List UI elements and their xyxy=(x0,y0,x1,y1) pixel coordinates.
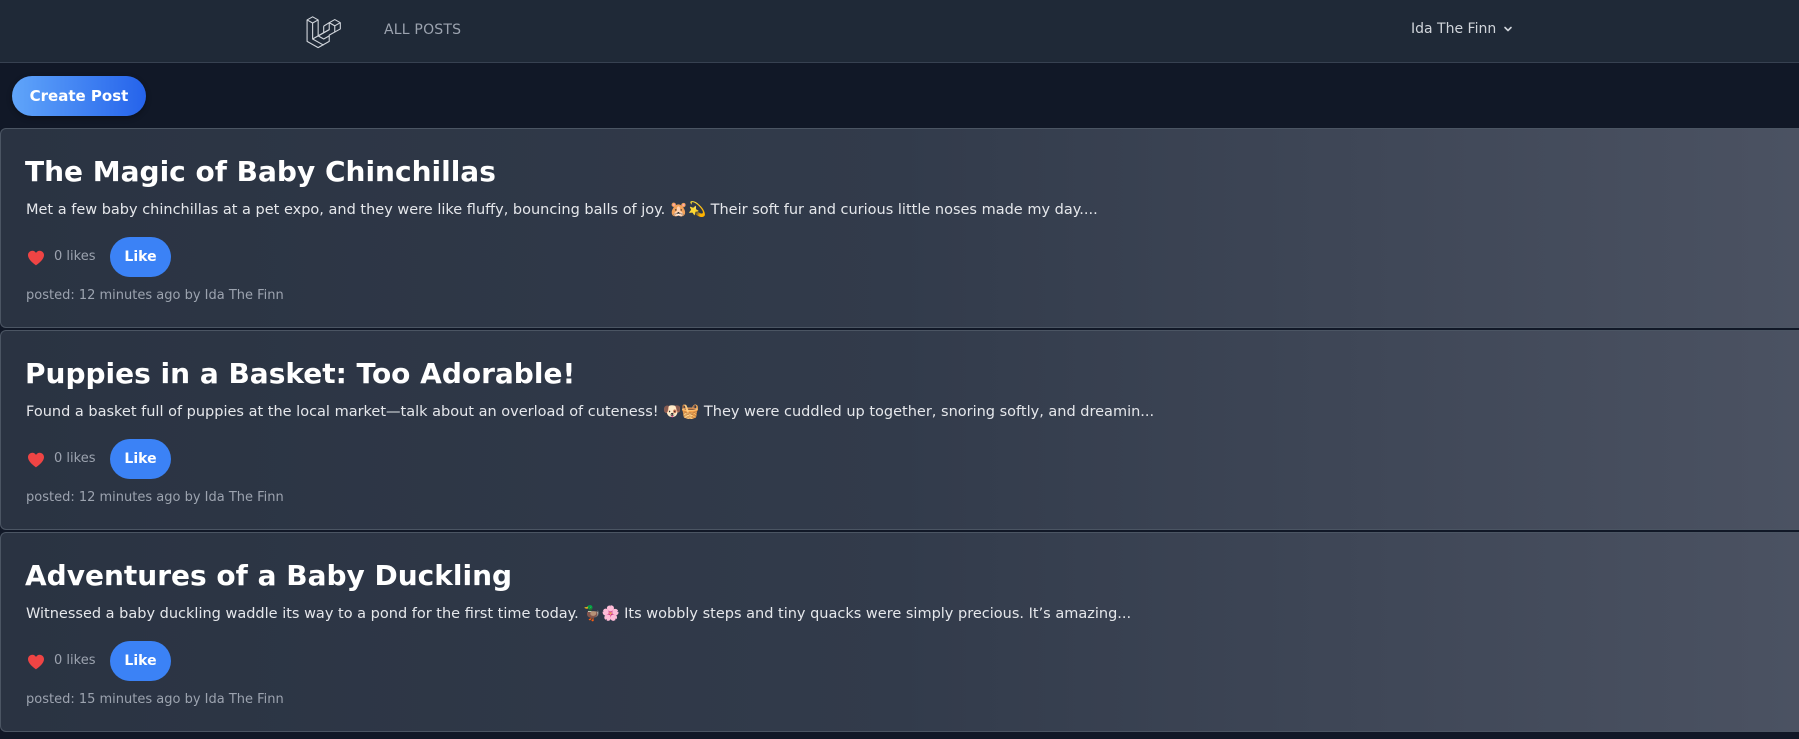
create-post-button[interactable]: Create Post xyxy=(12,76,146,116)
post-excerpt: Witnessed a baby duckling waddle its way… xyxy=(26,606,1132,622)
likes-count: 0 likes xyxy=(54,451,96,466)
post-meta: posted: 12 minutes ago by Ida The Finn xyxy=(26,490,284,505)
likes-count: 0 likes xyxy=(54,249,96,264)
post-title[interactable]: The Magic of Baby Chinchillas xyxy=(25,155,496,188)
user-menu[interactable]: Ida The Finn xyxy=(1411,21,1514,37)
post-meta: posted: 15 minutes ago by Ida The Finn xyxy=(26,692,284,707)
chevron-down-icon xyxy=(1504,26,1513,32)
post-card: Adventures of a Baby Duckling Witnessed … xyxy=(0,532,1799,732)
post-excerpt: Met a few baby chinchillas at a pet expo… xyxy=(26,202,1098,218)
post-card: The Magic of Baby Chinchillas Met a few … xyxy=(0,128,1799,328)
heart-icon xyxy=(28,250,44,266)
heart-icon xyxy=(28,654,44,670)
nav-link-all-posts[interactable]: ALL POSTS xyxy=(384,22,461,38)
likes-count: 0 likes xyxy=(54,653,96,668)
post-title[interactable]: Adventures of a Baby Duckling xyxy=(25,559,512,592)
heart-icon xyxy=(28,452,44,468)
post-title[interactable]: Puppies in a Basket: Too Adorable! xyxy=(25,357,575,390)
post-meta: posted: 12 minutes ago by Ida The Finn xyxy=(26,288,284,303)
user-name: Ida The Finn xyxy=(1411,21,1497,37)
post-excerpt: Found a basket full of puppies at the lo… xyxy=(26,404,1155,420)
like-button[interactable]: Like xyxy=(110,641,171,681)
like-button[interactable]: Like xyxy=(110,439,171,479)
laravel-logo-icon[interactable] xyxy=(305,13,341,49)
like-button[interactable]: Like xyxy=(110,237,171,277)
posts-list: The Magic of Baby Chinchillas Met a few … xyxy=(0,128,1799,734)
post-card: Puppies in a Basket: Too Adorable! Found… xyxy=(0,330,1799,530)
top-navigation: ALL POSTS Ida The Finn xyxy=(0,0,1799,63)
